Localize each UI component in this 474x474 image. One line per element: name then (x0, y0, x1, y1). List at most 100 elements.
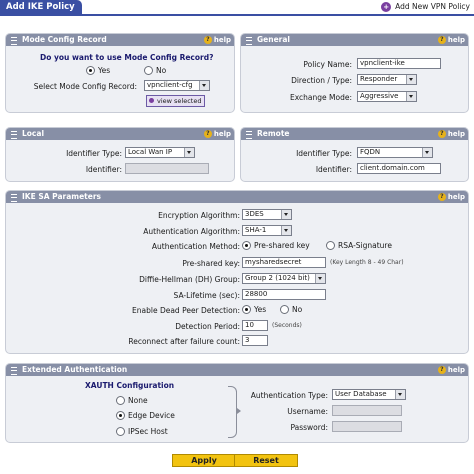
detection-period-label: Detection Period: (175, 322, 240, 331)
encryption-label: Encryption Algorithm: (158, 211, 240, 220)
mode-config-section: Mode Config Record ? help Do you want to … (5, 33, 235, 113)
help-link[interactable]: ? help (203, 128, 231, 140)
help-link[interactable]: ? help (437, 128, 465, 140)
help-icon: ? (437, 193, 446, 201)
exchange-mode-value: Aggressive (360, 92, 399, 100)
help-icon: ? (437, 36, 446, 44)
local-title: Local (22, 129, 45, 138)
local-header: Local ? help (6, 128, 234, 140)
reconnect-label: Reconnect after failure count: (128, 337, 240, 346)
auth-algorithm-value: SHA-1 (245, 226, 267, 234)
auth-method-psk-label: Pre-shared key (254, 241, 310, 250)
help-link[interactable]: ? help (437, 364, 465, 376)
sa-lifetime-label: SA-Lifetime (sec): (173, 291, 240, 300)
psk-label: Pre-shared key: (182, 259, 240, 268)
psk-input[interactable]: mysharedsecret (242, 257, 326, 268)
mode-config-title: Mode Config Record (22, 35, 107, 44)
local-identifier-input[interactable] (125, 163, 209, 174)
chevron-down-icon (184, 148, 194, 157)
view-selected-label: view selected (157, 97, 202, 105)
policy-name-label: Policy Name: (303, 60, 352, 69)
help-label: help (447, 36, 465, 44)
general-header: General ? help (241, 34, 468, 46)
add-vpn-policy-link[interactable]: + Add New VPN Policy (381, 0, 470, 14)
xauth-ipsec-radio[interactable] (116, 427, 125, 436)
remote-identifier-input[interactable]: client.domain.com (357, 163, 441, 174)
mode-config-yes-label: Yes (98, 66, 111, 75)
section-grip-icon (246, 131, 252, 139)
chevron-down-icon (281, 226, 291, 235)
xauth-auth-type-select[interactable]: User Database (332, 389, 406, 400)
xauth-bracket (228, 386, 237, 438)
xauth-auth-type-label: Authentication Type: (250, 391, 328, 400)
local-id-type-select[interactable]: Local Wan IP (125, 147, 195, 158)
auth-method-psk-radio[interactable] (242, 241, 251, 250)
mode-config-select[interactable]: vpnclient-cfg (144, 80, 210, 91)
help-link[interactable]: ? help (437, 34, 465, 46)
exchange-mode-select[interactable]: Aggressive (357, 91, 417, 102)
remote-id-type-value: FQDN (360, 148, 381, 156)
help-icon: ? (203, 36, 212, 44)
xauth-username-label: Username: (287, 407, 328, 416)
xauth-none-label: None (128, 396, 148, 405)
help-label: help (447, 193, 465, 201)
dpd-no-label: No (292, 305, 303, 314)
help-link[interactable]: ? help (437, 191, 465, 203)
dpd-yes-radio[interactable] (242, 305, 251, 314)
auth-algorithm-select[interactable]: SHA-1 (242, 225, 292, 236)
apply-button[interactable]: Apply (172, 454, 236, 467)
dh-group-select[interactable]: Group 2 (1024 bit) (242, 273, 326, 284)
auth-method-rsa-radio[interactable] (326, 241, 335, 250)
remote-id-type-select[interactable]: FQDN (357, 147, 433, 158)
mode-config-question: Do you want to use Mode Config Record? (40, 53, 214, 62)
psk-note: (Key Length 8 - 49 Char) (330, 259, 404, 266)
remote-identifier-label: Identifier: (315, 165, 352, 174)
mode-config-header: Mode Config Record ? help (6, 34, 234, 46)
reset-button[interactable]: Reset (234, 454, 298, 467)
add-icon: + (381, 2, 392, 12)
reconnect-input[interactable]: 3 (242, 335, 268, 346)
xauth-password-input[interactable] (332, 421, 402, 432)
local-identifier-label: Identifier: (85, 165, 122, 174)
ike-sa-section: IKE SA Parameters ? help Encryption Algor… (5, 190, 469, 354)
remote-section: Remote ? help Identifier Type: FQDN Ident… (240, 127, 469, 182)
xauth-none-radio[interactable] (116, 396, 125, 405)
dpd-no-radio[interactable] (280, 305, 289, 314)
section-grip-icon (11, 37, 17, 45)
mode-config-no-label: No (156, 66, 167, 75)
auth-algorithm-label: Authentication Algorithm: (143, 227, 240, 236)
mode-config-yes-radio[interactable] (86, 66, 95, 75)
detection-period-input[interactable]: 10 (242, 320, 268, 331)
local-id-type-label: Identifier Type: (66, 149, 122, 158)
chevron-down-icon (406, 75, 416, 84)
view-selected-button[interactable]: view selected (146, 95, 206, 107)
chevron-down-icon (315, 274, 325, 283)
page-title: Add IKE Policy (0, 0, 82, 14)
bracket-arrow-icon (237, 408, 241, 414)
ike-sa-title: IKE SA Parameters (22, 192, 102, 201)
xauth-title: Extended Authentication (22, 365, 128, 374)
xauth-auth-type-value: User Database (335, 390, 387, 398)
direction-type-select[interactable]: Responder (357, 74, 417, 85)
help-label: help (213, 36, 231, 44)
view-icon (149, 98, 154, 103)
ike-sa-header: IKE SA Parameters ? help (6, 191, 468, 203)
xauth-section: Extended Authentication ? help XAUTH Conf… (5, 363, 469, 443)
section-grip-icon (246, 37, 252, 45)
encryption-select[interactable]: 3DES (242, 209, 292, 220)
select-mode-config-label: Select Mode Config Record: (33, 82, 137, 91)
help-icon: ? (437, 366, 446, 374)
mode-config-no-radio[interactable] (144, 66, 153, 75)
dpd-yes-label: Yes (254, 305, 267, 314)
xauth-username-input[interactable] (332, 405, 402, 416)
chevron-down-icon (281, 210, 291, 219)
exchange-mode-label: Exchange Mode: (290, 93, 352, 102)
help-link[interactable]: ? help (203, 34, 231, 46)
sa-lifetime-input[interactable]: 28800 (242, 289, 326, 300)
direction-type-value: Responder (360, 75, 398, 83)
policy-name-input[interactable]: vpnclient-ike (357, 58, 441, 69)
chevron-down-icon (395, 390, 405, 399)
help-label: help (447, 130, 465, 138)
chevron-down-icon (422, 148, 432, 157)
xauth-edge-radio[interactable] (116, 411, 125, 420)
